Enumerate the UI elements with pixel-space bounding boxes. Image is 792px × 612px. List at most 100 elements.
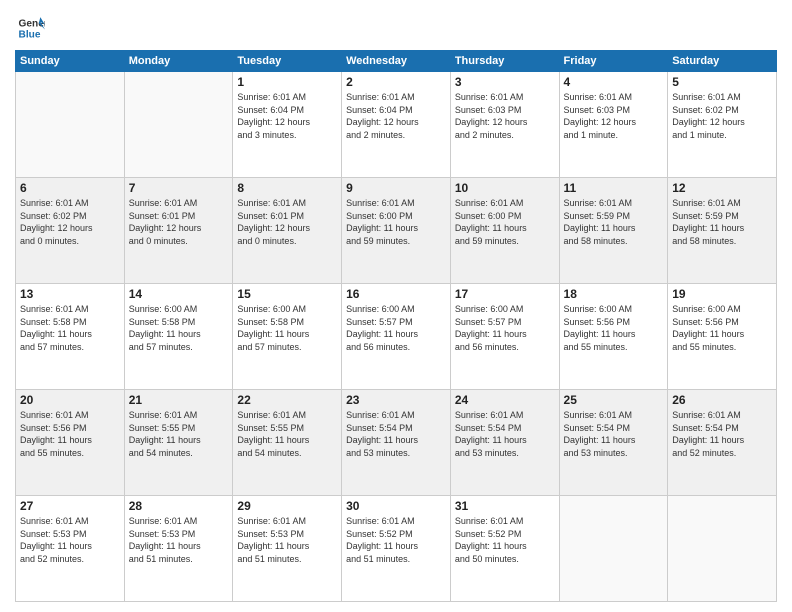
calendar-cell: 8 Sunrise: 6:01 AM Sunset: 6:01 PM Daylig…	[233, 178, 342, 284]
day-number: 28	[129, 499, 229, 513]
calendar-cell: 21 Sunrise: 6:01 AM Sunset: 5:55 PM Dayli…	[124, 390, 233, 496]
calendar-cell: 1 Sunrise: 6:01 AM Sunset: 6:04 PM Daylig…	[233, 72, 342, 178]
day-number: 23	[346, 393, 446, 407]
calendar-header-row: SundayMondayTuesdayWednesdayThursdayFrid…	[16, 51, 777, 72]
day-number: 10	[455, 181, 555, 195]
calendar-cell: 31 Sunrise: 6:01 AM Sunset: 5:52 PM Dayli…	[450, 496, 559, 602]
calendar-cell: 14 Sunrise: 6:00 AM Sunset: 5:58 PM Dayli…	[124, 284, 233, 390]
logo: General Blue	[15, 14, 45, 42]
day-info: Sunrise: 6:01 AM Sunset: 6:00 PM Dayligh…	[346, 197, 446, 247]
day-info: Sunrise: 6:01 AM Sunset: 5:56 PM Dayligh…	[20, 409, 120, 459]
day-number: 11	[564, 181, 664, 195]
weekday-header-saturday: Saturday	[668, 51, 777, 72]
day-number: 21	[129, 393, 229, 407]
day-info: Sunrise: 6:01 AM Sunset: 5:52 PM Dayligh…	[455, 515, 555, 565]
day-info: Sunrise: 6:01 AM Sunset: 6:01 PM Dayligh…	[129, 197, 229, 247]
weekday-header-sunday: Sunday	[16, 51, 125, 72]
day-number: 1	[237, 75, 337, 89]
day-info: Sunrise: 6:01 AM Sunset: 5:53 PM Dayligh…	[20, 515, 120, 565]
calendar-cell	[668, 496, 777, 602]
day-info: Sunrise: 6:01 AM Sunset: 5:53 PM Dayligh…	[237, 515, 337, 565]
weekday-header-tuesday: Tuesday	[233, 51, 342, 72]
day-info: Sunrise: 6:01 AM Sunset: 6:01 PM Dayligh…	[237, 197, 337, 247]
day-number: 12	[672, 181, 772, 195]
calendar-cell: 7 Sunrise: 6:01 AM Sunset: 6:01 PM Daylig…	[124, 178, 233, 284]
calendar-table: SundayMondayTuesdayWednesdayThursdayFrid…	[15, 50, 777, 602]
calendar-week-row: 1 Sunrise: 6:01 AM Sunset: 6:04 PM Daylig…	[16, 72, 777, 178]
calendar-week-row: 27 Sunrise: 6:01 AM Sunset: 5:53 PM Dayli…	[16, 496, 777, 602]
day-info: Sunrise: 6:01 AM Sunset: 5:52 PM Dayligh…	[346, 515, 446, 565]
calendar-cell	[16, 72, 125, 178]
day-number: 26	[672, 393, 772, 407]
day-number: 4	[564, 75, 664, 89]
calendar-cell: 30 Sunrise: 6:01 AM Sunset: 5:52 PM Dayli…	[342, 496, 451, 602]
day-info: Sunrise: 6:01 AM Sunset: 5:54 PM Dayligh…	[564, 409, 664, 459]
day-info: Sunrise: 6:00 AM Sunset: 5:56 PM Dayligh…	[564, 303, 664, 353]
calendar-cell: 2 Sunrise: 6:01 AM Sunset: 6:04 PM Daylig…	[342, 72, 451, 178]
day-number: 17	[455, 287, 555, 301]
weekday-header-thursday: Thursday	[450, 51, 559, 72]
header: General Blue	[15, 10, 777, 42]
calendar-cell: 18 Sunrise: 6:00 AM Sunset: 5:56 PM Dayli…	[559, 284, 668, 390]
day-number: 6	[20, 181, 120, 195]
day-info: Sunrise: 6:01 AM Sunset: 5:59 PM Dayligh…	[564, 197, 664, 247]
day-info: Sunrise: 6:01 AM Sunset: 5:54 PM Dayligh…	[455, 409, 555, 459]
day-number: 30	[346, 499, 446, 513]
calendar-cell: 24 Sunrise: 6:01 AM Sunset: 5:54 PM Dayli…	[450, 390, 559, 496]
calendar-cell	[124, 72, 233, 178]
day-info: Sunrise: 6:01 AM Sunset: 6:03 PM Dayligh…	[564, 91, 664, 141]
day-number: 24	[455, 393, 555, 407]
weekday-header-wednesday: Wednesday	[342, 51, 451, 72]
day-number: 13	[20, 287, 120, 301]
day-number: 22	[237, 393, 337, 407]
day-number: 19	[672, 287, 772, 301]
day-number: 9	[346, 181, 446, 195]
day-info: Sunrise: 6:01 AM Sunset: 6:02 PM Dayligh…	[672, 91, 772, 141]
day-number: 29	[237, 499, 337, 513]
calendar-cell: 6 Sunrise: 6:01 AM Sunset: 6:02 PM Daylig…	[16, 178, 125, 284]
calendar-cell: 4 Sunrise: 6:01 AM Sunset: 6:03 PM Daylig…	[559, 72, 668, 178]
weekday-header-monday: Monday	[124, 51, 233, 72]
day-number: 2	[346, 75, 446, 89]
calendar-cell: 13 Sunrise: 6:01 AM Sunset: 5:58 PM Dayli…	[16, 284, 125, 390]
day-info: Sunrise: 6:01 AM Sunset: 5:54 PM Dayligh…	[346, 409, 446, 459]
logo-icon: General Blue	[17, 14, 45, 42]
day-number: 8	[237, 181, 337, 195]
day-info: Sunrise: 6:01 AM Sunset: 5:53 PM Dayligh…	[129, 515, 229, 565]
day-info: Sunrise: 6:00 AM Sunset: 5:58 PM Dayligh…	[237, 303, 337, 353]
day-number: 16	[346, 287, 446, 301]
calendar-week-row: 13 Sunrise: 6:01 AM Sunset: 5:58 PM Dayli…	[16, 284, 777, 390]
day-number: 31	[455, 499, 555, 513]
day-info: Sunrise: 6:01 AM Sunset: 6:04 PM Dayligh…	[346, 91, 446, 141]
calendar-cell: 3Sunrise: 6:01 AM Sunset: 6:03 PM Daylig…	[450, 72, 559, 178]
calendar-cell	[559, 496, 668, 602]
day-info: Sunrise: 6:01 AM Sunset: 5:59 PM Dayligh…	[672, 197, 772, 247]
calendar-cell: 29 Sunrise: 6:01 AM Sunset: 5:53 PM Dayli…	[233, 496, 342, 602]
day-info: Sunrise: 6:00 AM Sunset: 5:57 PM Dayligh…	[455, 303, 555, 353]
day-info: Sunrise: 6:01 AM Sunset: 6:03 PM Dayligh…	[455, 91, 555, 141]
day-info: Sunrise: 6:01 AM Sunset: 6:04 PM Dayligh…	[237, 91, 337, 141]
day-number: 7	[129, 181, 229, 195]
calendar-cell: 26 Sunrise: 6:01 AM Sunset: 5:54 PM Dayli…	[668, 390, 777, 496]
calendar-cell: 19Sunrise: 6:00 AM Sunset: 5:56 PM Dayli…	[668, 284, 777, 390]
day-number: 25	[564, 393, 664, 407]
day-number: 15	[237, 287, 337, 301]
day-number: 27	[20, 499, 120, 513]
day-info: Sunrise: 6:01 AM Sunset: 6:02 PM Dayligh…	[20, 197, 120, 247]
day-info: Sunrise: 6:01 AM Sunset: 6:00 PM Dayligh…	[455, 197, 555, 247]
day-info: Sunrise: 6:01 AM Sunset: 5:55 PM Dayligh…	[129, 409, 229, 459]
day-info: Sunrise: 6:00 AM Sunset: 5:58 PM Dayligh…	[129, 303, 229, 353]
calendar-cell: 28 Sunrise: 6:01 AM Sunset: 5:53 PM Dayli…	[124, 496, 233, 602]
day-info: Sunrise: 6:01 AM Sunset: 5:54 PM Dayligh…	[672, 409, 772, 459]
calendar-cell: 17 Sunrise: 6:00 AM Sunset: 5:57 PM Dayli…	[450, 284, 559, 390]
day-number: 20	[20, 393, 120, 407]
day-number: 18	[564, 287, 664, 301]
calendar-cell: 27 Sunrise: 6:01 AM Sunset: 5:53 PM Dayli…	[16, 496, 125, 602]
calendar-cell: 5Sunrise: 6:01 AM Sunset: 6:02 PM Daylig…	[668, 72, 777, 178]
day-number: 14	[129, 287, 229, 301]
svg-text:Blue: Blue	[19, 29, 41, 40]
calendar-cell: 22Sunrise: 6:01 AM Sunset: 5:55 PM Dayli…	[233, 390, 342, 496]
day-info: Sunrise: 6:01 AM Sunset: 5:58 PM Dayligh…	[20, 303, 120, 353]
calendar-cell: 12 Sunrise: 6:01 AM Sunset: 5:59 PM Dayli…	[668, 178, 777, 284]
calendar-cell: 15 Sunrise: 6:00 AM Sunset: 5:58 PM Dayli…	[233, 284, 342, 390]
